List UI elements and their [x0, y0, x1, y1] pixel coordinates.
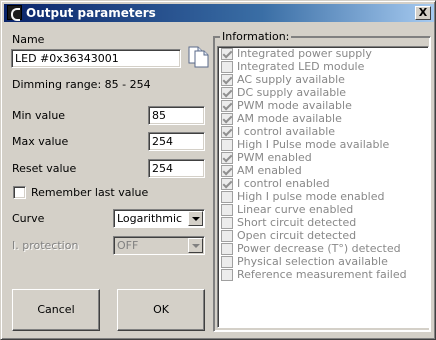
- info-item-label: Integrated LED module: [237, 60, 365, 73]
- curve-select[interactable]: Logarithmic: [113, 209, 205, 228]
- ok-button[interactable]: OK: [117, 289, 205, 331]
- info-item-label: High I Pulse mode available: [237, 138, 390, 151]
- info-checkbox-checked: [221, 165, 233, 177]
- close-button[interactable]: X: [415, 6, 431, 20]
- info-checkbox-checked: [221, 87, 233, 99]
- info-checkbox-checked: [221, 178, 233, 190]
- info-checkbox-unchecked: [221, 269, 233, 281]
- info-checkbox-unchecked: [221, 243, 233, 255]
- protection-select-value: OFF: [117, 239, 139, 252]
- info-item-label: AM mode available: [237, 112, 342, 125]
- max-value-label: Max value: [12, 135, 69, 148]
- max-value-input[interactable]: 254: [148, 132, 205, 151]
- info-checkbox-checked: [221, 74, 233, 86]
- remember-last-value-checkbox[interactable]: [13, 186, 26, 199]
- info-checkbox-unchecked: [221, 139, 233, 151]
- info-list-item: Reference measurement failed: [220, 268, 425, 282]
- info-item-label: Integrated power supply: [237, 47, 372, 60]
- reset-value-label: Reset value: [12, 162, 77, 175]
- info-item-label: I control enabled: [237, 177, 330, 190]
- min-value-input[interactable]: 85: [148, 106, 205, 125]
- info-checkbox-unchecked: [221, 61, 233, 73]
- protection-dropdown-arrow-icon: [188, 238, 203, 253]
- app-icon: [7, 5, 22, 21]
- window-title: Output parameters: [26, 6, 156, 20]
- remember-last-value-label: Remember last value: [31, 186, 149, 199]
- dimming-range-text: Dimming range: 85 - 254: [12, 78, 151, 91]
- curve-dropdown-arrow-icon[interactable]: [188, 211, 203, 226]
- info-checkbox-checked: [221, 152, 233, 164]
- info-item-label: I control available: [237, 125, 336, 138]
- curve-label: Curve: [12, 212, 45, 225]
- info-item-label: Power decrease (T°) detected: [237, 242, 401, 255]
- info-item-label: Open circuit detected: [237, 229, 357, 242]
- info-checkbox-checked: [221, 126, 233, 138]
- protection-select: OFF: [113, 236, 205, 255]
- info-checkbox-unchecked: [221, 217, 233, 229]
- title-bar[interactable]: Output parameters X: [4, 4, 434, 22]
- info-checkbox-unchecked: [221, 230, 233, 242]
- info-item-label: DC supply available: [237, 86, 347, 99]
- information-legend: Information:: [220, 30, 292, 43]
- info-checkbox-checked: [221, 48, 233, 60]
- info-item-label: Reference measurement failed: [237, 268, 407, 281]
- info-checkbox-checked: [221, 100, 233, 112]
- info-item-label: PWM enabled: [237, 151, 312, 164]
- info-item-label: AC supply available: [237, 73, 345, 86]
- info-checkbox-checked: [221, 113, 233, 125]
- information-list: Integrated power supply Integrated LED mo…: [217, 46, 429, 328]
- copy-documents-icon[interactable]: [187, 45, 211, 69]
- info-checkbox-unchecked: [221, 204, 233, 216]
- curve-select-value: Logarithmic: [117, 212, 183, 225]
- info-item-label: Short circuit detected: [237, 216, 357, 229]
- info-item-label: PWM mode available: [237, 99, 352, 112]
- reset-value-input[interactable]: 254: [148, 159, 205, 178]
- output-parameters-dialog: Output parameters X Name LED #0x36343001…: [0, 0, 436, 340]
- protection-label: I. protection: [12, 239, 79, 252]
- cancel-button[interactable]: Cancel: [12, 289, 100, 331]
- info-item-label: Physical selection available: [237, 255, 388, 268]
- name-label: Name: [12, 33, 45, 46]
- min-value-label: Min value: [12, 109, 66, 122]
- info-item-label: AM enabled: [237, 164, 302, 177]
- info-checkbox-unchecked: [221, 256, 233, 268]
- info-item-label: High I pulse mode enabled: [237, 190, 385, 203]
- info-checkbox-unchecked: [221, 191, 233, 203]
- name-input[interactable]: LED #0x36343001: [11, 49, 181, 68]
- info-item-label: Linear curve enabled: [237, 203, 354, 216]
